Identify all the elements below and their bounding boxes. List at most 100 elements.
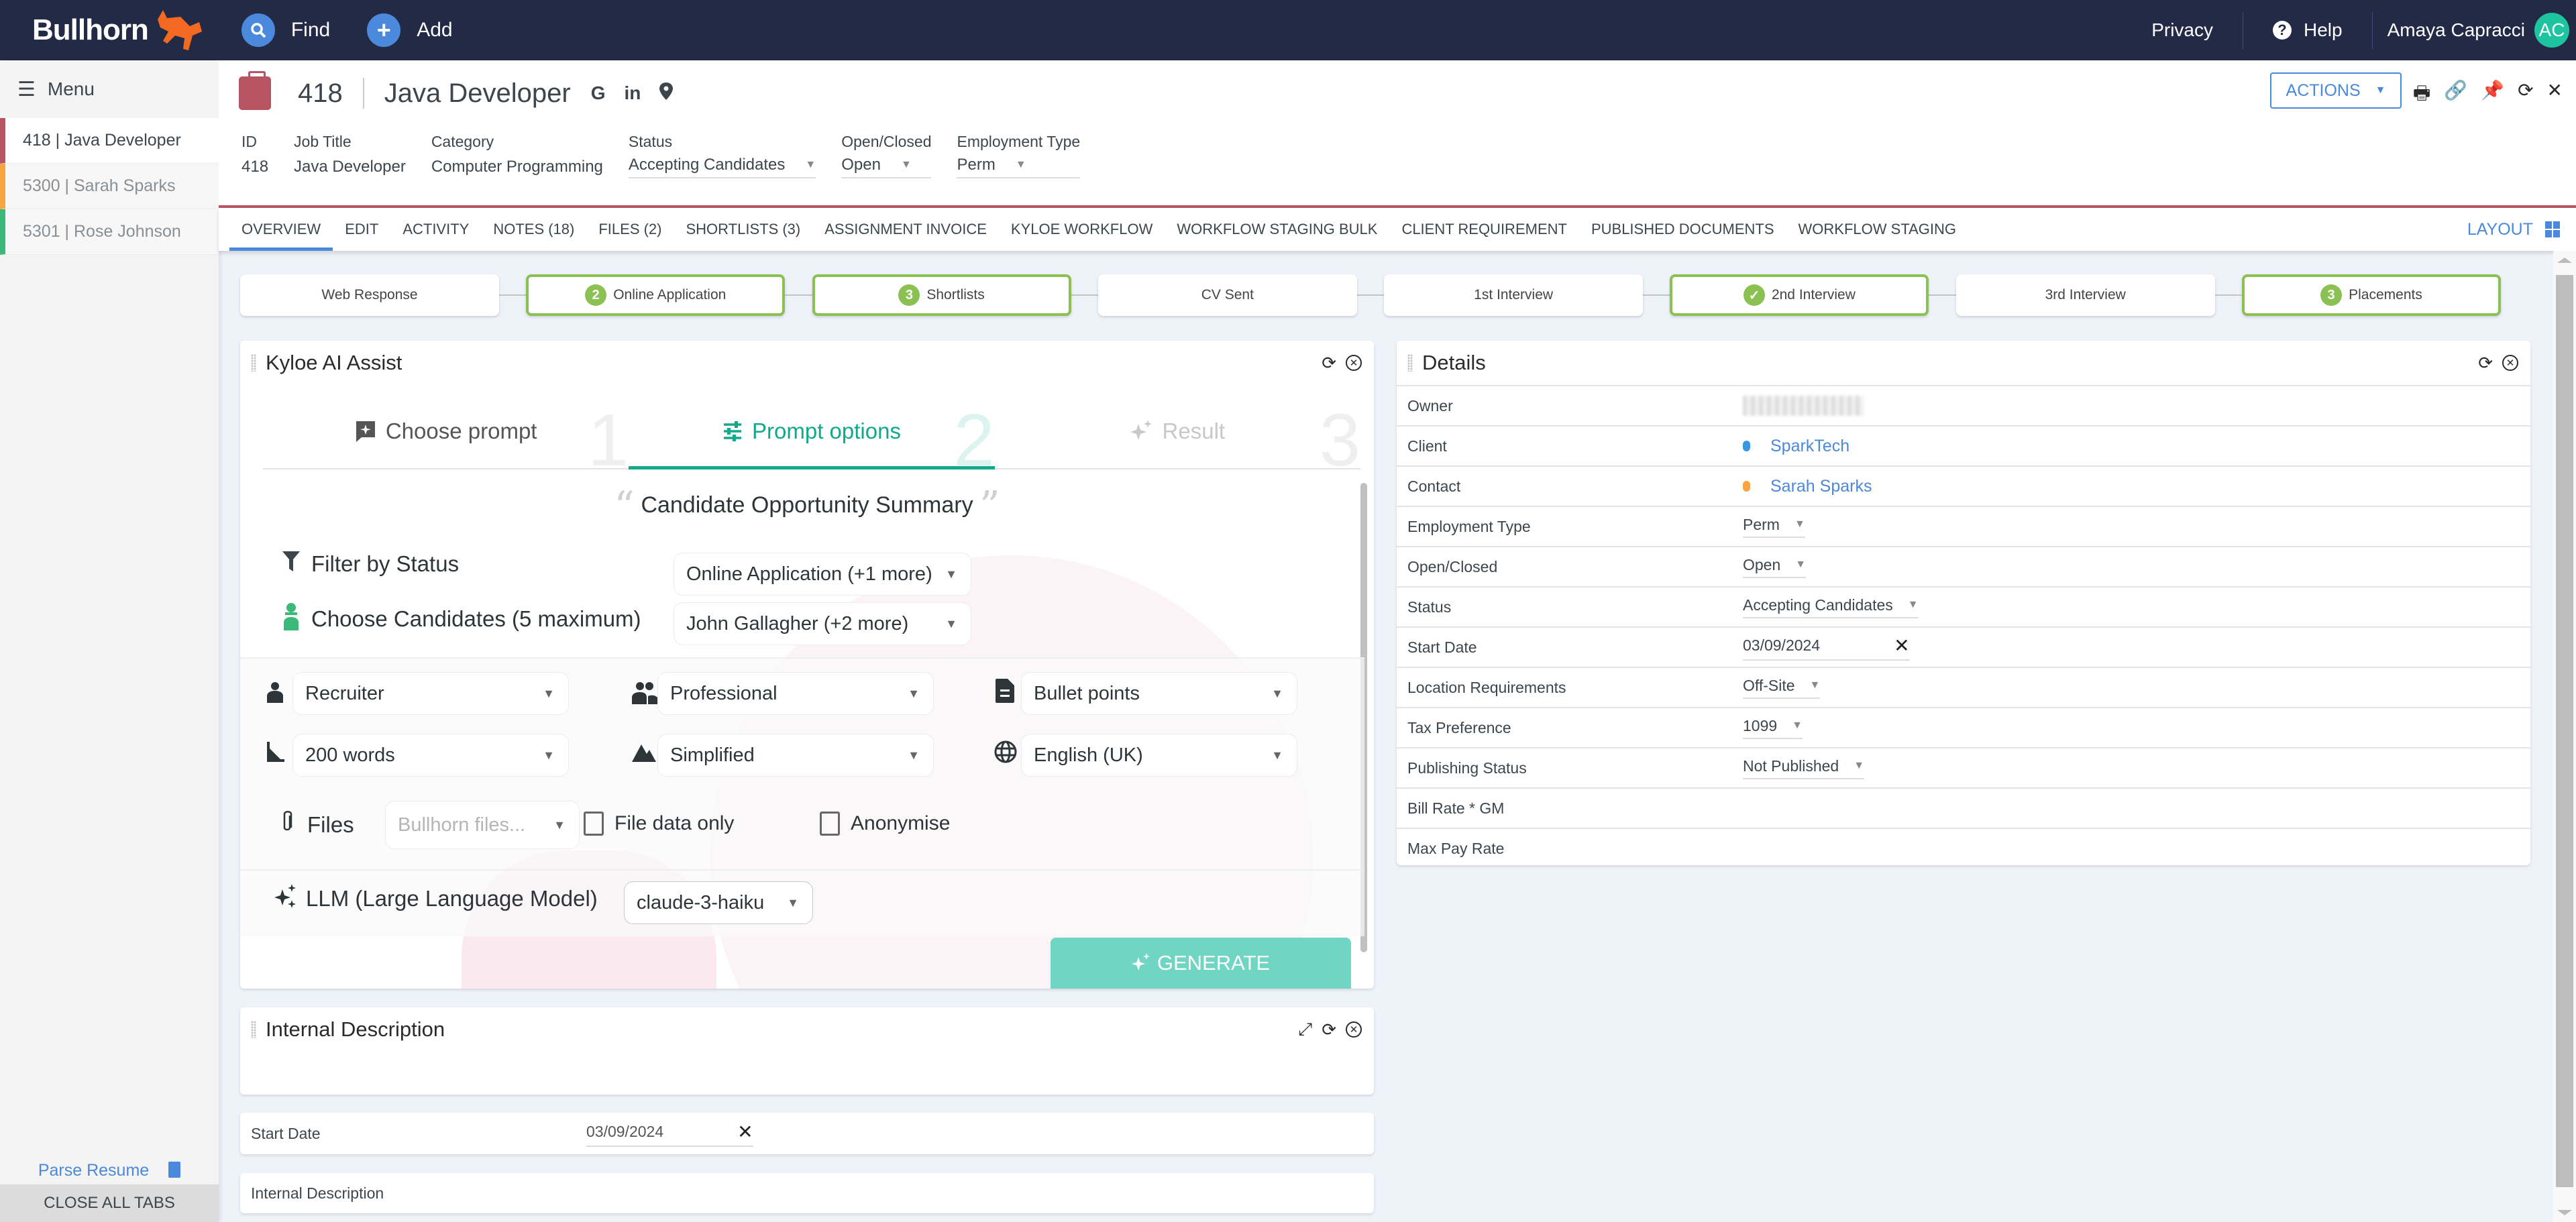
scrollbar-thumb[interactable] [2556,275,2573,1187]
layout-button[interactable]: LAYOUT [2467,220,2560,239]
drag-handle-icon[interactable] [251,1021,256,1038]
google-icon[interactable]: G [591,82,606,104]
tax-preference-select[interactable]: 1099 ▼ [1743,717,1803,739]
drag-handle-icon[interactable] [1407,354,1413,372]
step-number: 2 [953,399,995,482]
page-scrollbar[interactable] [2553,251,2576,1222]
language-select[interactable]: English (UK) ▼ [1021,734,1297,777]
tab-edit[interactable]: EDIT [333,208,390,251]
tab-shortlists[interactable]: SHORTLISTS (3) [674,208,813,251]
pin-icon[interactable]: 📌 [2481,79,2504,111]
refresh-icon[interactable]: ⟳ [2518,79,2533,111]
menu-button[interactable]: ☰ Menu [0,60,219,118]
drag-handle-icon[interactable] [251,354,256,372]
audience-select[interactable]: Recruiter ▼ [292,672,569,715]
find-button[interactable]: Find [241,13,330,47]
tab-workflow-staging-bulk[interactable]: WORKFLOW STAGING BULK [1165,208,1389,251]
close-icon[interactable]: ✕ [2547,79,2563,111]
contact-link[interactable]: Sarah Sparks [1743,477,1872,496]
open-closed-select[interactable]: Open ▼ [841,156,932,178]
llm-select[interactable]: claude-3-haiku ▼ [624,881,813,924]
anonymise-checkbox[interactable]: Anonymise [820,812,950,836]
bullhorn-logo[interactable]: Bullhorn [32,6,205,54]
scroll-down-icon[interactable] [2557,1210,2572,1215]
user-menu[interactable]: Amaya Capracci AC [2371,11,2576,49]
generate-button[interactable]: GENERATE [1051,938,1351,989]
file-data-only-checkbox[interactable]: File data only [584,812,734,836]
status-select[interactable]: Accepting Candidates ▼ [628,156,816,178]
tab-client-requirement[interactable]: CLIENT REQUIREMENT [1389,208,1579,251]
tab-overview[interactable]: OVERVIEW [229,208,333,251]
location-requirements-select[interactable]: Off-Site ▼ [1743,677,1821,699]
status-select[interactable]: Accepting Candidates ▼ [1743,596,1919,618]
stage-1st-interview[interactable]: 1st Interview [1384,274,1644,316]
expand-icon[interactable]: ⤢ [1298,1019,1312,1040]
stage-3rd-interview[interactable]: 3rd Interview [1955,274,2215,316]
close-circle-icon[interactable]: ✕ [1346,1021,1362,1038]
close-all-tabs-button[interactable]: CLOSE ALL TABS [0,1184,219,1222]
refresh-icon[interactable]: ⟳ [2478,353,2493,374]
close-circle-icon[interactable]: ✕ [2502,355,2518,371]
add-button[interactable]: + Add [367,13,453,47]
scroll-up-icon[interactable] [2557,258,2572,263]
linkedin-icon[interactable]: in [624,82,641,104]
stage-cv-sent[interactable]: CV Sent [1097,274,1357,316]
close-circle-icon[interactable]: ✕ [1346,355,1362,371]
stage-shortlists[interactable]: 3 Shortlists [812,274,1071,316]
stage-placements[interactable]: 3 Placements [2241,274,2501,316]
candidates-select[interactable]: John Gallagher (+2 more) ▼ [674,602,971,645]
help-button[interactable]: ? Help [2243,11,2372,49]
employment-type-select[interactable]: Perm ▼ [957,156,1081,178]
tab-workflow-staging[interactable]: WORKFLOW STAGING [1786,208,1968,251]
card-tools: ⟳ ✕ [1322,353,1362,374]
filter-status-label: Filter by Status [278,551,459,577]
sidebar-tab-contact[interactable]: 5300 | Sarah Sparks [0,164,219,209]
tab-notes[interactable]: NOTES (18) [481,208,586,251]
publishing-status-select[interactable]: Not Published ▼ [1743,757,1865,779]
sidebar-tab-job[interactable]: 418 | Java Developer [0,118,219,164]
stage-online-application[interactable]: 2 Online Application [526,274,786,316]
stage-web-response[interactable]: Web Response [240,274,499,316]
format-select[interactable]: Bullet points ▼ [1021,672,1297,715]
start-date-input[interactable]: 03/09/2024 ✕ [586,1121,753,1147]
checkbox[interactable] [820,812,840,836]
parse-resume-link[interactable]: Parse Resume [0,1161,219,1180]
bullhorn-files-select[interactable]: Bullhorn files... ▼ [385,801,580,849]
search-icon [241,13,275,47]
prompt-title: “ Candidate Opportunity Summary ” [240,483,1374,530]
step-choose-prompt[interactable]: Choose prompt 1 [263,394,629,478]
tab-kyloe-workflow[interactable]: KYLOE WORKFLOW [999,208,1165,251]
caret-down-icon: ▼ [1809,679,1821,691]
step-prompt-options[interactable]: Prompt options 2 [629,394,995,478]
caret-down-icon: ▼ [1794,518,1805,530]
map-pin-icon[interactable] [659,82,674,105]
step-result[interactable]: Result 3 [995,394,1360,478]
privacy-link[interactable]: Privacy [2122,12,2243,49]
checkbox[interactable] [584,812,604,836]
tab-assignment-invoice[interactable]: ASSIGNMENT INVOICE [812,208,999,251]
detail-value: Not Published [1743,757,1839,775]
stage-2nd-interview[interactable]: ✓ 2nd Interview [1670,274,1929,316]
complexity-select[interactable]: Simplified ▼ [657,734,934,777]
sidebar-tab-candidate[interactable]: 5301 | Rose Johnson [0,209,219,255]
actions-dropdown[interactable]: ACTIONS ▼ [2270,72,2402,109]
tone-select[interactable]: Professional ▼ [657,672,934,715]
blurred-text [1743,396,1864,416]
filter-status-select[interactable]: Online Application (+1 more) ▼ [674,553,971,596]
link-icon[interactable]: 🔗 [2444,79,2467,111]
refresh-icon[interactable]: ⟳ [1322,1019,1336,1040]
internal-description-card: Internal Description ⤢ ⟳ ✕ [240,1007,1374,1095]
tab-files[interactable]: FILES (2) [586,208,674,251]
caret-down-icon: ▼ [543,748,555,762]
start-date-input[interactable]: 03/09/2024 ✕ [1743,634,1910,661]
clear-icon[interactable]: ✕ [737,1121,753,1143]
open-closed-select[interactable]: Open ▼ [1743,556,1807,578]
tab-activity[interactable]: ACTIVITY [390,208,481,251]
employment-type-select[interactable]: Perm ▼ [1743,516,1805,538]
tab-published-documents[interactable]: PUBLISHED DOCUMENTS [1579,208,1786,251]
client-link[interactable]: SparkTech [1743,437,1849,456]
length-select[interactable]: 200 words ▼ [292,734,569,777]
print-icon[interactable]: 🖶 [2413,79,2430,111]
clear-icon[interactable]: ✕ [1894,634,1909,657]
refresh-icon[interactable]: ⟳ [1322,353,1336,374]
